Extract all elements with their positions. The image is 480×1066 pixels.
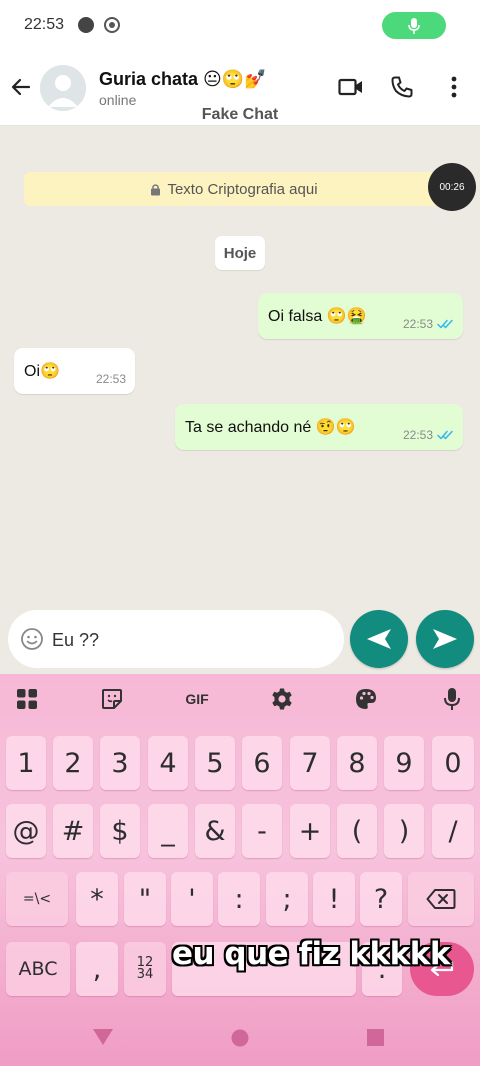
message-bubble-incoming[interactable]: Oi🙄 22:53 <box>14 348 135 394</box>
video-call-button[interactable] <box>336 72 366 102</box>
key-single-quote[interactable]: ' <box>171 872 213 926</box>
lock-icon <box>151 183 161 195</box>
numpad-key[interactable]: 12 34 <box>124 942 166 996</box>
key-8[interactable]: 8 <box>337 736 377 790</box>
message-text: Oi falsa 🙄🤮 <box>268 308 367 325</box>
key-comma[interactable]: , <box>76 942 118 996</box>
gear-icon <box>272 688 292 710</box>
encryption-notice[interactable]: Texto Criptografia aqui <box>24 172 444 206</box>
key-ampersand[interactable]: & <box>195 804 235 858</box>
backspace-key[interactable] <box>408 872 474 926</box>
double-check-icon <box>437 319 453 329</box>
key-dollar[interactable]: $ <box>100 804 140 858</box>
message-input-value: Eu ?? <box>52 630 100 650</box>
keyboard-settings-button[interactable] <box>267 684 297 714</box>
gif-button[interactable]: GIF <box>180 684 214 714</box>
key-7[interactable]: 7 <box>290 736 330 790</box>
nav-back-icon[interactable] <box>92 1028 114 1046</box>
key-2[interactable]: 2 <box>53 736 93 790</box>
composer: Eu ?? <box>0 608 480 674</box>
chat-area[interactable]: Texto Criptografia aqui 00:26 Hoje Oi fa… <box>0 126 480 608</box>
send-button[interactable] <box>416 610 474 668</box>
nav-home-icon[interactable] <box>230 1028 250 1048</box>
key-slash[interactable]: / <box>432 804 474 858</box>
more-options-button[interactable] <box>439 72 469 102</box>
key-hash[interactable]: # <box>53 804 93 858</box>
key-double-quote[interactable]: " <box>124 872 166 926</box>
mic-icon <box>444 688 460 710</box>
key-5[interactable]: 5 <box>195 736 235 790</box>
contact-name[interactable]: Guria chata 😐🙄💅 <box>99 69 267 90</box>
recording-timer: 00:26 <box>428 163 476 211</box>
status-bar: 22:53 <box>0 0 480 52</box>
emoji-icon[interactable] <box>20 627 44 651</box>
phone-icon <box>391 76 413 98</box>
key-close-paren[interactable]: ) <box>384 804 424 858</box>
video-camera-icon <box>338 78 362 96</box>
status-time: 22:53 <box>24 16 65 33</box>
system-nav-bar <box>0 1010 480 1066</box>
voice-input-button[interactable] <box>437 684 467 714</box>
key-4[interactable]: 4 <box>148 736 188 790</box>
key-semicolon[interactable]: ; <box>266 872 308 926</box>
video-caption: eu que fiz kkkkk <box>172 936 451 972</box>
key-at[interactable]: @ <box>6 804 46 858</box>
sticker-icon <box>102 689 122 709</box>
mic-active-indicator[interactable] <box>382 12 446 39</box>
keyboard-apps-button[interactable] <box>12 684 42 714</box>
key-0[interactable]: 0 <box>432 736 474 790</box>
message-bubble-outgoing[interactable]: Oi falsa 🙄🤮 22:53 <box>258 293 463 339</box>
send-icon <box>433 629 457 649</box>
message-text: Oi🙄 <box>24 363 60 380</box>
screen-record-icon <box>104 17 120 33</box>
keyboard: GIF 1 2 3 4 5 6 7 8 9 0 @ # $ _ & - + (… <box>0 674 480 1066</box>
key-9[interactable]: 9 <box>384 736 424 790</box>
arrow-left-icon <box>11 78 31 96</box>
mic-icon <box>408 17 420 34</box>
date-chip: Hoje <box>215 236 265 270</box>
message-time: 22:53 <box>402 428 433 442</box>
key-exclamation[interactable]: ! <box>313 872 355 926</box>
key-asterisk[interactable]: * <box>76 872 118 926</box>
key-question[interactable]: ? <box>360 872 402 926</box>
back-button[interactable] <box>6 72 36 102</box>
palette-icon <box>356 689 376 709</box>
key-3[interactable]: 3 <box>100 736 140 790</box>
key-underscore[interactable]: _ <box>148 804 188 858</box>
nav-recents-icon[interactable] <box>366 1028 385 1047</box>
voice-call-button[interactable] <box>387 72 417 102</box>
key-colon[interactable]: : <box>218 872 260 926</box>
message-input[interactable]: Eu ?? <box>8 610 344 668</box>
message-text: Ta se achando né 🤨🙄 <box>185 419 356 436</box>
chat-header: Guria chata 😐🙄💅 online Fake Chat <box>0 52 480 126</box>
default-avatar-icon <box>40 65 86 111</box>
contact-avatar[interactable] <box>40 65 86 111</box>
encryption-notice-text: Texto Criptografia aqui <box>167 180 318 198</box>
message-time: 22:53 <box>402 317 433 331</box>
header-subtitle: Fake Chat <box>201 106 279 123</box>
send-left-icon <box>367 629 391 649</box>
key-1[interactable]: 1 <box>6 736 46 790</box>
grid-icon <box>17 689 37 709</box>
message-meta: 22:53 <box>96 372 126 386</box>
key-minus[interactable]: - <box>242 804 282 858</box>
key-more-symbols[interactable]: =\< <box>6 872 68 926</box>
message-meta: 22:53 <box>403 317 454 331</box>
message-meta: 22:53 <box>403 428 454 442</box>
key-plus[interactable]: + <box>290 804 330 858</box>
key-6[interactable]: 6 <box>242 736 282 790</box>
more-vertical-icon <box>451 76 457 98</box>
message-bubble-outgoing[interactable]: Ta se achando né 🤨🙄 22:53 <box>175 404 463 450</box>
backspace-icon <box>426 889 456 909</box>
key-open-paren[interactable]: ( <box>337 804 377 858</box>
double-check-icon <box>437 430 453 440</box>
swap-side-button[interactable] <box>350 610 408 668</box>
abc-key[interactable]: ABC <box>6 942 70 996</box>
notification-dot-icon <box>78 17 94 33</box>
theme-button[interactable] <box>351 684 381 714</box>
sticker-button[interactable] <box>97 684 127 714</box>
message-time: 22:53 <box>95 372 126 386</box>
